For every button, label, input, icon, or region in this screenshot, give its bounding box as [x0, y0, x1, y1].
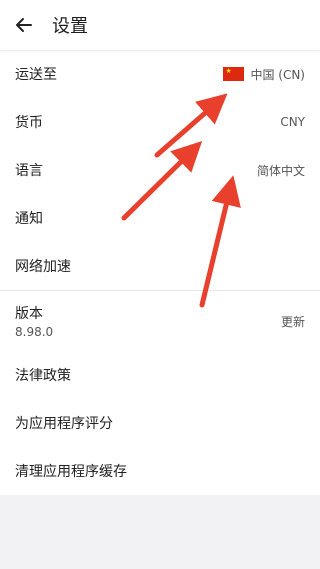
version-label: 版本: [15, 306, 43, 322]
language-value: 简体中文: [256, 163, 305, 178]
setting-currency[interactable]: 货币 CNY: [0, 98, 320, 146]
setting-label: 清理应用程序缓存: [15, 464, 127, 480]
setting-label: 货币: [15, 115, 43, 131]
china-flag-icon: ★: [223, 67, 245, 81]
version-number: 8.98.0: [15, 325, 54, 339]
back-button[interactable]: [12, 13, 36, 37]
setting-legal-policy[interactable]: 法律政策: [0, 351, 320, 399]
setting-label: 网络加速: [15, 259, 71, 275]
ship-to-value: ★ 中国 (CN): [223, 66, 305, 83]
update-link[interactable]: 更新: [281, 313, 305, 330]
setting-clear-cache[interactable]: 清理应用程序缓存: [0, 447, 320, 495]
setting-label: 运送至: [15, 67, 57, 83]
page-title: 设置: [52, 16, 88, 37]
setting-label: 语言: [15, 163, 43, 179]
setting-version[interactable]: 版本 8.98.0 更新: [0, 291, 320, 351]
setting-language[interactable]: 语言 简体中文: [0, 146, 320, 194]
arrow-left-icon: [16, 18, 32, 32]
setting-ship-to[interactable]: 运送至 ★ 中国 (CN): [0, 50, 320, 98]
setting-label: 通知: [15, 211, 43, 227]
version-block: 版本 8.98.0: [15, 303, 53, 339]
setting-notifications[interactable]: 通知: [0, 194, 320, 242]
ship-to-text: 中国 (CN): [250, 67, 305, 82]
settings-list: 运送至 ★ 中国 (CN) 货币 CNY 语言 简体中文 通知 网络加速 版本 …: [0, 50, 320, 495]
setting-label: 法律政策: [15, 368, 71, 384]
setting-rate-app[interactable]: 为应用程序评分: [0, 399, 320, 447]
setting-label: 为应用程序评分: [15, 416, 113, 432]
app-header: 设置: [0, 0, 320, 50]
setting-network-acceleration[interactable]: 网络加速: [0, 242, 320, 290]
currency-value: CNY: [280, 115, 305, 129]
